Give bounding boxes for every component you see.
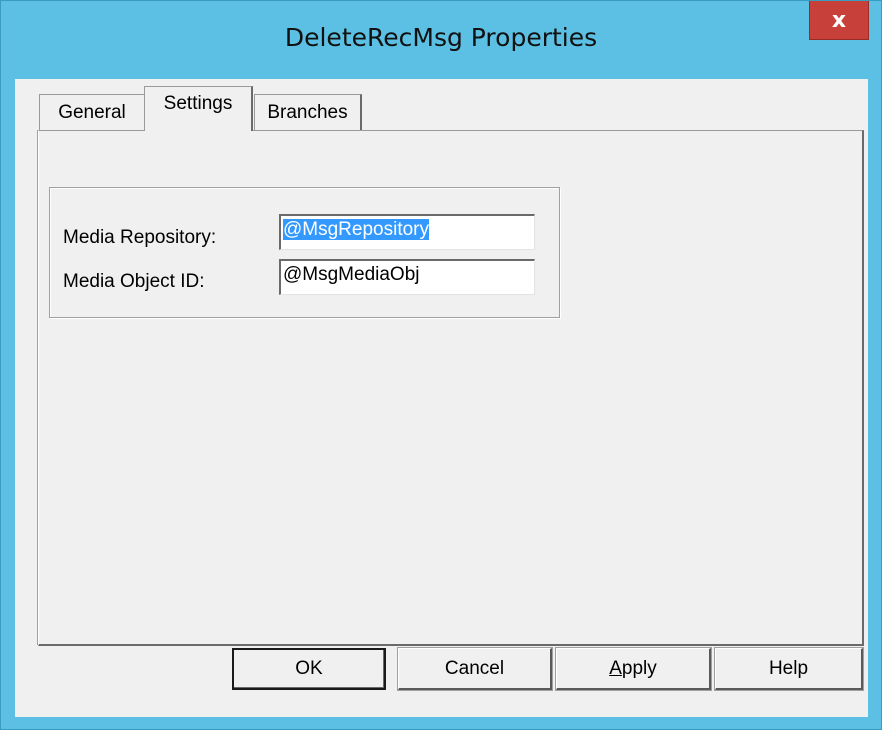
media-object-id-input[interactable]: @MsgMediaObj <box>279 259 535 295</box>
tab-branches[interactable]: Branches <box>254 94 362 130</box>
apply-button[interactable]: Apply <box>556 648 711 690</box>
tab-branches-label: Branches <box>267 101 348 123</box>
tab-general-label: General <box>58 101 126 123</box>
title-bar[interactable]: DeleteRecMsg Properties x <box>1 1 881 79</box>
media-repository-label: Media Repository: <box>63 227 217 248</box>
media-object-id-label: Media Object ID: <box>63 271 205 292</box>
tab-settings[interactable]: Settings <box>144 86 253 131</box>
close-button[interactable]: x <box>809 1 869 40</box>
media-repository-value: @MsgRepository <box>283 219 429 240</box>
tab-settings-label: Settings <box>163 93 233 114</box>
media-object-id-value: @MsgMediaObj <box>283 264 420 285</box>
cancel-button-label: Cancel <box>444 657 505 679</box>
close-icon: x <box>831 7 847 33</box>
help-button[interactable]: Help <box>715 648 863 690</box>
media-repository-input[interactable]: @MsgRepository <box>279 214 535 250</box>
properties-dialog: DeleteRecMsg Properties x General Settin… <box>0 0 882 730</box>
apply-button-label: Apply <box>609 658 657 680</box>
apply-button-label-rest: pply <box>621 657 657 679</box>
ok-button-label: OK <box>295 658 323 679</box>
apply-accelerator: A <box>609 657 622 679</box>
settings-group-box: Media Repository: @MsgRepository Media O… <box>49 187 560 318</box>
help-button-label: Help <box>768 657 809 679</box>
window-title: DeleteRecMsg Properties <box>284 23 598 52</box>
tab-general[interactable]: General <box>39 94 145 130</box>
ok-button[interactable]: OK <box>232 648 386 690</box>
dialog-client-area: General Settings Branches Media Reposito… <box>15 79 868 717</box>
cancel-button[interactable]: Cancel <box>398 648 552 690</box>
